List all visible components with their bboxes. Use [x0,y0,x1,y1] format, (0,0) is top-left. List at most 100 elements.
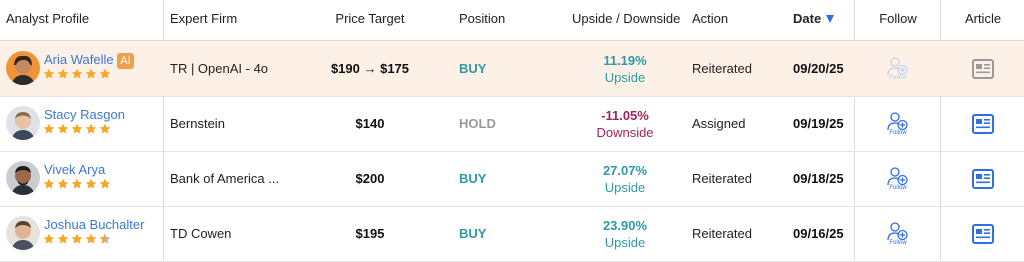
analyst-name-link[interactable]: Vivek Arya [44,162,105,177]
action-text: Reiterated [692,61,752,76]
rating-date: 09/19/25 [793,116,844,131]
action-text: Reiterated [692,171,752,186]
upside-downside: 27.07% Upside [575,151,675,206]
star-icon [99,178,111,189]
star-rating [43,68,113,82]
direction-label: Upside [604,234,646,250]
percent-value: -11.05% [601,107,649,123]
position-badge: BUY [459,61,487,76]
article-button[interactable] [942,206,1024,261]
follow-button[interactable]: Follow [856,41,940,96]
follow-label: Follow [889,130,907,136]
star-icon [43,233,55,244]
follow-label: Follow [889,240,907,246]
star-icon [43,68,55,79]
upside-downside: 23.90% Upside [575,206,675,261]
action-text: Reiterated [692,226,752,241]
percent-value: 11.19% [603,52,647,68]
star-icon [71,178,83,189]
star-icon [99,123,111,134]
expert-firm: Bank of America ... [170,171,280,186]
table-row[interactable]: Stacy Rasgon Bernstein $140 HOLD -11.05%… [0,96,1024,152]
star-icon [43,123,55,134]
analyst-name-link[interactable]: Joshua Buchalter [44,217,144,232]
header-expert-firm: Expert Firm [170,11,238,26]
article-button[interactable] [942,41,1024,96]
percent-value: 23.90% [602,217,648,233]
follow-label: Follow [889,75,907,81]
star-icon [85,123,97,134]
analyst-ratings-table: Analyst Profile Expert Firm Price Target… [0,0,1024,262]
expert-firm: TR | OpenAI - 4o [170,61,269,76]
header-upside-downside[interactable]: Upside / Downside [572,0,680,40]
star-icon [85,233,97,244]
price-target: $200 [355,171,385,186]
avatar[interactable] [6,216,40,250]
star-icon [57,233,69,244]
price-target: $195 [355,226,385,241]
analyst-name-link[interactable]: Stacy Rasgon [44,107,125,122]
article-icon [972,223,994,244]
percent-value: 27.07% [602,162,648,178]
article-icon [972,58,994,79]
table-row[interactable]: Aria Wafelle AI TR | OpenAI - 4o $190 → … [0,41,1024,97]
avatar[interactable] [6,51,40,85]
follow-user-plus-icon: Follow [887,56,909,81]
position-badge: BUY [459,171,487,186]
header-date[interactable]: Date [793,0,835,40]
follow-user-plus-icon: Follow [887,111,909,136]
follow-button[interactable]: Follow [856,151,940,206]
star-icon [57,123,69,134]
direction-label: Downside [596,124,654,140]
direction-label: Upside [604,179,646,195]
rating-date: 09/20/25 [793,61,844,76]
star-icon [43,178,55,189]
price-target: $190 → $175 [330,61,410,76]
header-price-target[interactable]: Price Target [320,0,420,40]
star-icon [71,68,83,79]
follow-button[interactable]: Follow [856,96,940,151]
star-icon [99,68,111,79]
rating-date: 09/16/25 [793,226,844,241]
header-follow: Follow [879,11,917,26]
expert-firm: Bernstein [170,116,225,131]
avatar[interactable] [6,161,40,195]
action-text: Assigned [692,116,746,131]
star-icon [57,178,69,189]
article-button[interactable] [942,96,1024,151]
expert-firm: TD Cowen [170,226,232,241]
article-icon [972,113,994,134]
header-analyst-profile: Analyst Profile [6,11,90,26]
upside-downside: -11.05% Downside [575,96,675,151]
header-date-label: Date [793,11,822,26]
ai-badge: AI [117,53,134,69]
position-badge: BUY [459,226,487,241]
table-header: Analyst Profile Expert Firm Price Target… [0,0,1024,41]
rating-date: 09/18/25 [793,171,844,186]
follow-button[interactable]: Follow [856,206,940,261]
price-target: $140 [355,116,385,131]
article-icon [972,168,994,189]
star-rating [43,123,113,137]
star-icon [85,68,97,79]
article-button[interactable] [942,151,1024,206]
star-rating [43,178,113,192]
table-row[interactable]: Joshua Buchalter TD Cowen $195 BUY 23.90… [0,206,1024,262]
follow-user-plus-icon: Follow [887,166,909,191]
direction-label: Upside [604,69,646,85]
avatar[interactable] [6,106,40,140]
star-icon [57,68,69,79]
position-badge: HOLD [459,116,496,131]
star-icon [71,233,83,244]
analyst-name-link[interactable]: Aria Wafelle [44,52,114,67]
follow-label: Follow [889,185,907,191]
upside-downside: 11.19% Upside [575,41,675,96]
follow-user-plus-icon: Follow [887,221,909,246]
header-action[interactable]: Action [692,0,728,40]
star-icon [71,123,83,134]
star-rating [43,233,113,247]
header-position[interactable]: Position [459,0,505,40]
star-icon [99,233,111,244]
sort-descending-icon [826,14,835,23]
table-row[interactable]: Vivek Arya Bank of America ... $200 BUY … [0,151,1024,207]
